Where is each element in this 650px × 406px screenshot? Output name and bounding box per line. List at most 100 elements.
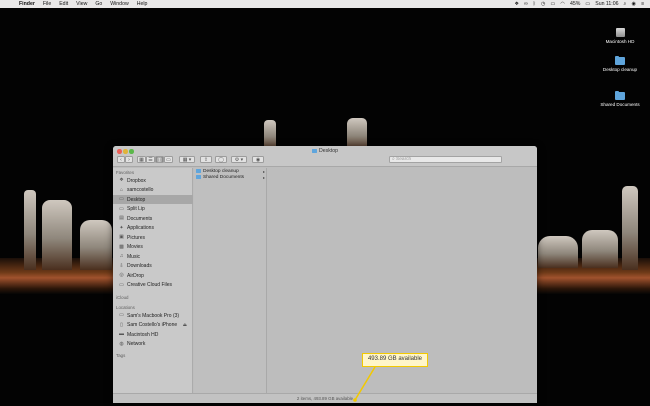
finder-window: Desktop ‹ › ▦ ☰ ▥ ▭ ▦ ▾ ⇪ ◯ ⚙ ▾ ◉ ⌕ Sear…: [113, 146, 537, 403]
sidebar-item-airdrop[interactable]: ◎ AirDrop: [113, 271, 193, 280]
music-icon: ♫: [119, 253, 124, 259]
desktop-icon-label: Desktop cleanup: [602, 67, 638, 72]
iphone-icon: ▯: [120, 321, 123, 328]
list-view-button[interactable]: ☰: [146, 156, 155, 163]
home-icon: ⌂: [119, 186, 124, 193]
menu-help[interactable]: Help: [137, 0, 148, 8]
sidebar-item-samcostello[interactable]: ⌂ samcostello: [113, 186, 193, 195]
airdrop-icon: ◎: [119, 272, 124, 278]
share-button[interactable]: ⇪: [200, 156, 212, 163]
menu-edit[interactable]: Edit: [59, 0, 68, 8]
sidebar-item-downloads[interactable]: ⇩ Downloads: [113, 262, 193, 271]
menu-file[interactable]: File: [43, 0, 51, 8]
downloads-icon: ⇩: [119, 262, 124, 269]
menu-go[interactable]: Go: [95, 0, 102, 8]
desktop-icon-macintosh-hd[interactable]: Macintosh HD: [597, 28, 643, 44]
menu-window[interactable]: Window: [110, 0, 128, 8]
laptop-icon: ▭: [119, 312, 124, 318]
spotlight-search-icon[interactable]: ⌕: [624, 0, 627, 8]
sidebar-item-music[interactable]: ♫ Music: [113, 252, 193, 261]
sidebar-item-split-lip[interactable]: ▭ Split Lip: [113, 205, 193, 214]
status-bar: 2 items, 493.89 GB available: [113, 393, 537, 403]
wifi-status-icon[interactable]: ◠: [560, 0, 565, 8]
creative-cloud-status-icon[interactable]: ∞: [524, 0, 528, 8]
finder-sidebar: Favorites ❖ Dropbox ⌂ samcostello ▭ Desktop…: [113, 168, 193, 393]
icon-view-button[interactable]: ▦: [137, 156, 146, 163]
window-title-bar[interactable]: Desktop ‹ › ▦ ☰ ▥ ▭ ▦ ▾ ⇪ ◯ ⚙ ▾ ◉ ⌕ Sear…: [113, 146, 537, 167]
hard-drive-icon: ▬: [119, 331, 124, 337]
sidebar-item-macbook-pro[interactable]: ▭ Sam's Macbook Pro (3): [113, 311, 193, 320]
icloud-header: iCloud: [116, 295, 129, 300]
sidebar-item-iphone[interactable]: ▯ Sam Costello's iPhone ⏏: [113, 321, 193, 330]
window-title: Desktop: [113, 148, 537, 154]
wallpaper-rock-formation: [42, 200, 72, 270]
sidebar-item-pictures[interactable]: ▣ Pictures: [113, 233, 193, 242]
sidebar-item-network[interactable]: ◍ Network: [113, 340, 193, 349]
sidebar-item-dropbox[interactable]: ❖ Dropbox: [113, 176, 193, 185]
search-placeholder: Search: [396, 157, 412, 162]
action-menu-button[interactable]: ⚙ ▾: [231, 156, 247, 163]
time-machine-status-icon[interactable]: ◷: [541, 0, 546, 8]
desktop-icon-label: Macintosh HD: [605, 39, 635, 44]
forward-button[interactable]: ›: [125, 156, 133, 163]
column-browser-column-1[interactable]: Desktop cleanup ▸ Shared Documents ▸: [194, 168, 267, 393]
wallpaper-rock-formation: [80, 220, 112, 270]
folder-icon: [196, 175, 201, 179]
search-icon: ⌕: [392, 157, 395, 162]
sidebar-item-desktop[interactable]: ▭ Desktop: [113, 195, 193, 204]
applications-icon: ✦: [119, 224, 124, 231]
bluetooth-status-icon[interactable]: ᛒ: [533, 0, 536, 8]
battery-icon[interactable]: ▭: [585, 0, 590, 8]
documents-icon: ▤: [119, 215, 124, 221]
disclosure-arrow-icon: ▸: [262, 174, 265, 180]
folder-icon: [615, 90, 625, 100]
list-item[interactable]: Shared Documents ▸: [196, 174, 266, 180]
folder-icon: [615, 55, 625, 65]
locations-header: Locations: [116, 305, 135, 310]
network-icon: ◍: [119, 340, 124, 347]
wallpaper-rock-formation: [538, 236, 578, 268]
folder-icon: [311, 148, 317, 153]
back-button[interactable]: ‹: [117, 156, 125, 163]
tags-button[interactable]: ◯: [215, 156, 227, 163]
menu-bar: Finder File Edit View Go Window Help ❖ ∞…: [0, 0, 650, 8]
menu-view[interactable]: View: [76, 0, 87, 8]
desktop-icon-label: Shared Documents: [600, 102, 640, 107]
sidebar-item-applications[interactable]: ✦ Applications: [113, 224, 193, 233]
hard-drive-icon: [615, 28, 625, 37]
quick-look-button[interactable]: ◉: [252, 156, 264, 163]
battery-percentage[interactable]: 45%: [570, 0, 580, 8]
favorites-header: Favorites: [116, 170, 135, 175]
group-by-dropdown[interactable]: ▦ ▾: [179, 156, 195, 163]
movies-icon: ▩: [119, 243, 124, 250]
tags-header: Tags: [116, 353, 126, 358]
disclosure-arrow-icon: ▸: [262, 168, 265, 174]
sidebar-item-macintosh-hd[interactable]: ▬ Macintosh HD: [113, 330, 193, 339]
desktop-icon-desktop-cleanup[interactable]: Desktop cleanup: [597, 55, 643, 72]
wallpaper-rock-formation: [582, 230, 618, 268]
folder-icon: ▭: [119, 205, 124, 212]
wallpaper-rock-formation: [24, 190, 36, 270]
desktop-icon-shared-documents[interactable]: Shared Documents: [597, 90, 643, 107]
folder-icon: ▭: [119, 281, 124, 288]
sidebar-item-creative-cloud-files[interactable]: ▭ Creative Cloud Files: [113, 281, 193, 290]
wallpaper-rock-formation: [622, 186, 638, 270]
menu-finder[interactable]: Finder: [19, 0, 35, 8]
menu-bar-status-area: ❖ ∞ ᛒ ◷ ▭ ◠ 45% ▭ Sun 11:06 ⌕ ◉ ≡: [510, 0, 645, 8]
gallery-view-button[interactable]: ▭: [164, 156, 173, 163]
folder-icon: [196, 169, 201, 173]
sidebar-item-movies[interactable]: ▩ Movies: [113, 243, 193, 252]
dropbox-status-icon[interactable]: ❖: [515, 0, 520, 8]
desktop-icon: ▭: [119, 196, 124, 202]
eject-icon[interactable]: ⏏: [183, 322, 187, 328]
dropbox-icon: ❖: [119, 177, 124, 183]
notification-center-icon[interactable]: ≡: [641, 0, 644, 8]
column-view-button[interactable]: ▥: [155, 156, 164, 163]
menu-bar-clock[interactable]: Sun 11:06: [595, 0, 618, 8]
search-field[interactable]: ⌕ Search: [389, 156, 502, 163]
callout-label: 493.89 GB available: [362, 353, 428, 367]
siri-icon[interactable]: ◉: [631, 0, 636, 8]
airplay-status-icon[interactable]: ▭: [551, 0, 556, 8]
pictures-icon: ▣: [119, 234, 124, 240]
sidebar-item-documents[interactable]: ▤ Documents: [113, 214, 193, 223]
